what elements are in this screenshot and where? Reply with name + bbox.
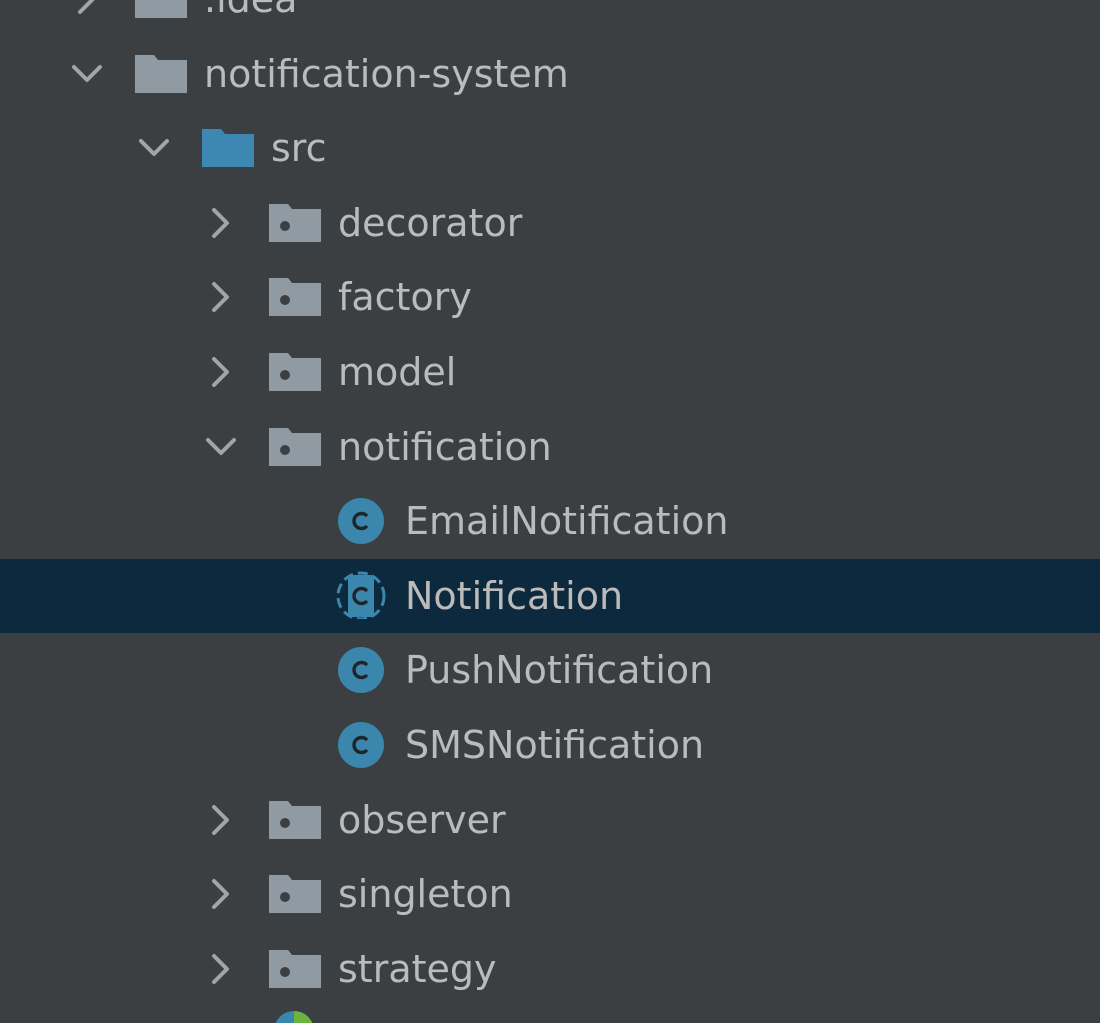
package-icon — [268, 795, 322, 843]
tree-item-label: decorator — [338, 201, 523, 245]
class-icon — [335, 496, 389, 544]
tree-item-label: .idea — [204, 0, 297, 22]
tree-item-notification-class[interactable]: Notification — [0, 559, 1100, 633]
folder-icon — [134, 49, 188, 97]
chevron-down-icon[interactable] — [70, 57, 104, 91]
package-icon — [268, 272, 322, 320]
chevron-right-icon[interactable] — [204, 355, 238, 389]
tree-item-email-notification[interactable]: EmailNotification — [0, 484, 1100, 558]
tree-item-push-notification[interactable]: PushNotification — [0, 633, 1100, 707]
tree-item-sms-notification[interactable]: SMSNotification — [0, 708, 1100, 782]
project-tree[interactable]: .idea notification-system srcdecorator fact… — [0, 0, 1100, 1023]
tree-item-label: EmailNotification — [405, 499, 729, 543]
tree-item-singleton[interactable]: singleton — [0, 857, 1100, 931]
abstract-class-icon — [335, 571, 389, 619]
chevron-down-icon[interactable] — [204, 430, 238, 464]
test-resource-icon — [268, 1005, 328, 1023]
chevron-right-icon[interactable] — [204, 206, 238, 240]
chevron-right-icon[interactable] — [204, 877, 238, 911]
tree-item-label: src — [271, 126, 327, 170]
tree-item-notification[interactable]: notification — [0, 410, 1100, 484]
tree-item-src[interactable]: src — [0, 111, 1100, 185]
tree-item-strategy[interactable]: strategy — [0, 932, 1100, 1006]
tree-item-label: notification-system — [204, 52, 569, 96]
tree-item-decorator[interactable]: decorator — [0, 186, 1100, 260]
chevron-right-icon[interactable] — [70, 0, 104, 16]
tree-item-label: singleton — [338, 872, 513, 916]
package-icon — [268, 198, 322, 246]
tree-item-idea[interactable]: .idea — [0, 0, 1100, 36]
tree-item-label: model — [338, 350, 457, 394]
package-icon — [268, 869, 322, 917]
tree-item-notification-system[interactable]: notification-system — [0, 37, 1100, 111]
chevron-right-icon[interactable] — [204, 952, 238, 986]
tree-item-model[interactable]: model — [0, 335, 1100, 409]
class-icon — [335, 645, 389, 693]
tree-item-label: strategy — [338, 947, 497, 991]
tree-item-label: observer — [338, 798, 506, 842]
tree-item-label: factory — [338, 275, 472, 319]
package-icon — [268, 347, 322, 395]
tree-item-label: Notification — [405, 574, 624, 618]
tree-item-label: notification — [338, 425, 552, 469]
chevron-right-icon[interactable] — [204, 280, 238, 314]
chevron-right-icon[interactable] — [204, 803, 238, 837]
chevron-down-icon[interactable] — [137, 131, 171, 165]
class-icon — [335, 720, 389, 768]
package-icon — [268, 422, 322, 470]
source-folder-icon — [201, 123, 255, 171]
tree-item-label: SMSNotification — [405, 723, 705, 767]
folder-icon — [134, 0, 188, 22]
tree-item-label: PushNotification — [405, 648, 714, 692]
tree-item-factory[interactable]: factory — [0, 260, 1100, 334]
tree-item-observer[interactable]: observer — [0, 783, 1100, 857]
package-icon — [268, 944, 322, 992]
